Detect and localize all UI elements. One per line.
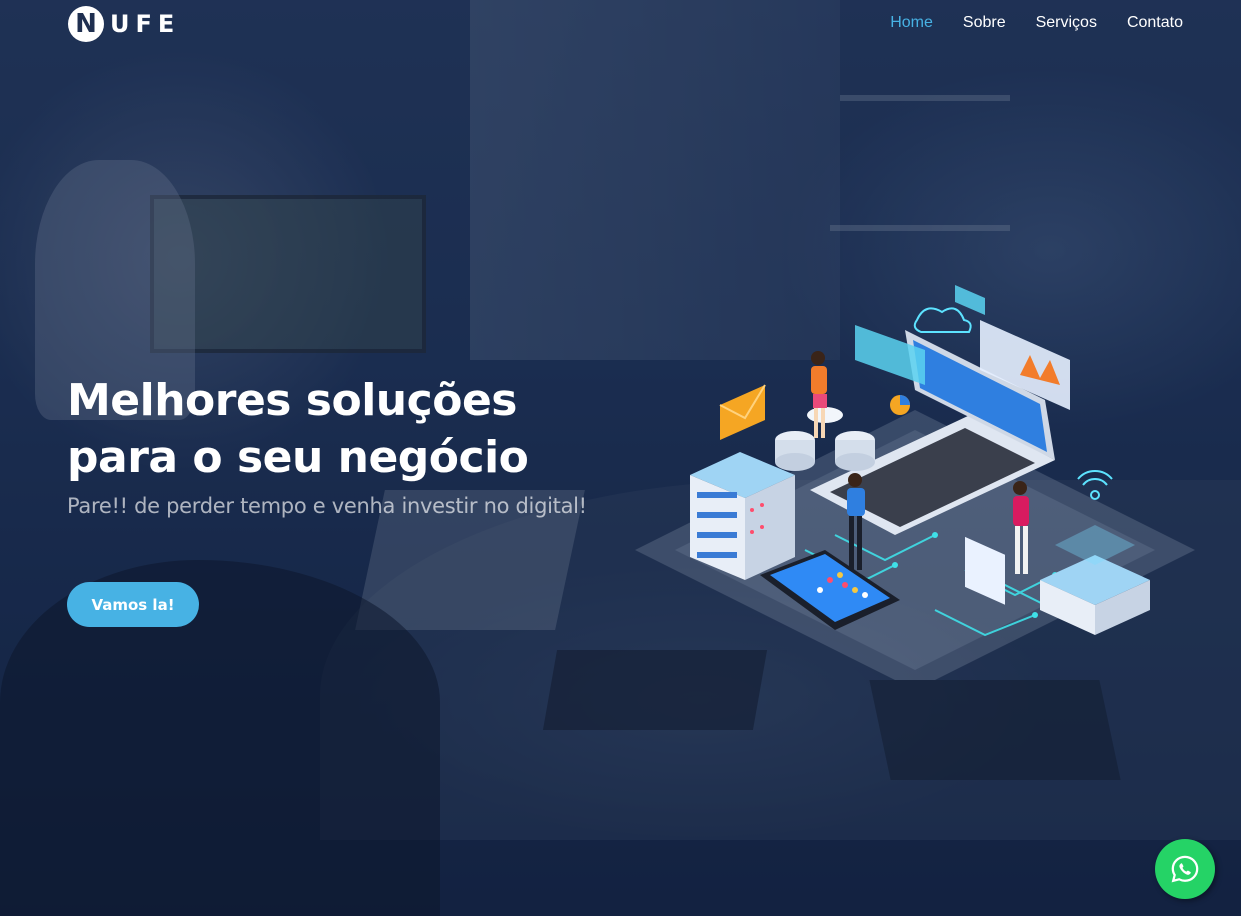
logo-letter: N (75, 9, 97, 39)
whatsapp-button[interactable] (1155, 839, 1215, 899)
nav-menu: Home Sobre Serviços Contato (890, 14, 1183, 32)
nav-link-servicos[interactable]: Serviços (1036, 14, 1097, 32)
cta-button[interactable]: Vamos la! (67, 582, 199, 627)
logo-mark: N (68, 6, 104, 42)
nav-link-sobre[interactable]: Sobre (963, 14, 1006, 32)
navbar: N UFE Home Sobre Serviços Contato (0, 0, 1241, 50)
hero-subtitle: Pare!! de perder tempo e venha investir … (67, 494, 587, 518)
nav-link-home[interactable]: Home (890, 14, 933, 32)
hero-title: Melhores soluções para o seu negócio (67, 375, 529, 483)
hero-illustration (635, 285, 1195, 680)
nav-link-contato[interactable]: Contato (1127, 14, 1183, 32)
whatsapp-icon (1171, 855, 1199, 883)
logo[interactable]: N UFE (68, 5, 180, 43)
logo-text: UFE (110, 10, 181, 38)
